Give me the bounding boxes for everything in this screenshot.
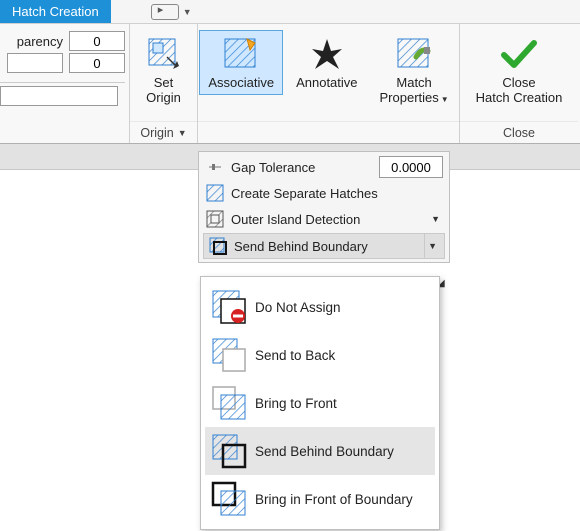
match-properties-icon xyxy=(394,35,434,73)
transparency-input[interactable] xyxy=(69,31,125,51)
island-detection-label: Outer Island Detection xyxy=(231,212,360,227)
island-detection-icon xyxy=(205,209,225,229)
flyout-item-bring-in-front-of-boundary[interactable]: Bring in Front of Boundary xyxy=(205,475,435,523)
flyout-item-label: Bring in Front of Boundary xyxy=(255,492,413,507)
panel-origin: SetOrigin Origin ▼ xyxy=(130,24,198,143)
send-to-back-icon xyxy=(211,337,247,373)
tab-bar: Hatch Creation ▼ xyxy=(0,0,580,24)
create-separate-hatches-label: Create Separate Hatches xyxy=(231,186,378,201)
close-label-2: Hatch Creation xyxy=(476,90,563,105)
ribbon: parency SetOrigin xyxy=(0,24,580,144)
gap-tolerance-row: Gap Tolerance xyxy=(201,154,447,180)
island-detection-button[interactable]: Outer Island Detection ▼ xyxy=(201,206,447,232)
gap-tolerance-label: Gap Tolerance xyxy=(231,160,315,175)
close-label-1: Close xyxy=(502,75,535,90)
draw-order-flyout: Do Not Assign Send to Back Bring to Fron… xyxy=(200,276,440,530)
create-separate-hatches-button[interactable]: Create Separate Hatches xyxy=(201,180,447,206)
associative-icon xyxy=(221,35,261,73)
associative-button[interactable]: Associative xyxy=(199,30,283,95)
flyout-item-send-to-back[interactable]: Send to Back xyxy=(205,331,435,379)
flyout-item-label: Send Behind Boundary xyxy=(255,444,394,459)
tab-hatch-creation[interactable]: Hatch Creation xyxy=(0,0,111,23)
options-expanded-panel: Gap Tolerance Create Separate Hatches Ou… xyxy=(198,151,450,263)
bring-to-front-icon xyxy=(211,385,247,421)
send-behind-boundary-icon xyxy=(211,433,247,469)
match-properties-button[interactable]: MatchProperties▼ xyxy=(371,30,458,112)
panel-title-close: Close xyxy=(460,121,578,143)
match-properties-label-2: Properties xyxy=(380,90,439,105)
chevron-down-icon: ▼ xyxy=(441,95,449,104)
panel-title-origin[interactable]: Origin ▼ xyxy=(130,121,197,143)
chevron-down-icon[interactable]: ▼ xyxy=(428,214,443,224)
send-behind-boundary-icon xyxy=(208,236,228,256)
close-hatch-creation-button[interactable]: CloseHatch Creation xyxy=(467,30,572,110)
do-not-assign-icon xyxy=(211,289,247,325)
gap-tolerance-input[interactable] xyxy=(379,156,443,178)
set-origin-label-2: Origin xyxy=(146,90,181,105)
unknown-readonly-box xyxy=(7,53,63,73)
annotative-button[interactable]: Annotative xyxy=(287,30,366,95)
flyout-item-send-behind-boundary[interactable]: Send Behind Boundary xyxy=(205,427,435,475)
flyout-item-label: Do Not Assign xyxy=(255,300,341,315)
chevron-down-icon: ▼ xyxy=(178,128,187,138)
set-origin-icon xyxy=(144,35,184,73)
annotative-label: Annotative xyxy=(296,75,357,90)
annotative-icon xyxy=(307,35,347,73)
secondary-input[interactable] xyxy=(69,53,125,73)
set-origin-label-1: Set xyxy=(154,75,174,90)
match-properties-label-1: Match xyxy=(396,75,431,90)
chevron-down-icon[interactable]: ▼ xyxy=(424,234,440,258)
flyout-item-label: Send to Back xyxy=(255,348,335,363)
hatch-square-icon xyxy=(205,183,225,203)
transparency-label: parency xyxy=(17,34,63,49)
panel-properties-fragment: parency xyxy=(0,24,130,143)
unknown-dropdown[interactable] xyxy=(0,86,118,106)
panel-options: Associative Annotative M xyxy=(198,24,460,143)
flyout-item-do-not-assign[interactable]: Do Not Assign xyxy=(205,283,435,331)
bring-in-front-of-boundary-icon xyxy=(211,481,247,517)
draw-order-button[interactable]: Send Behind Boundary ▼ xyxy=(203,233,445,259)
associative-label: Associative xyxy=(208,75,274,90)
panel-close: CloseHatch Creation Close xyxy=(460,24,578,143)
panel-title-origin-text: Origin xyxy=(140,126,173,140)
slider-icon xyxy=(205,157,225,177)
draw-order-label: Send Behind Boundary xyxy=(234,239,368,254)
flyout-item-bring-to-front[interactable]: Bring to Front xyxy=(205,379,435,427)
tab-quick-view[interactable]: ▼ xyxy=(151,0,192,23)
checkmark-icon xyxy=(499,35,539,73)
set-origin-button[interactable]: SetOrigin xyxy=(133,30,195,110)
flyout-item-label: Bring to Front xyxy=(255,396,337,411)
panel-options-expand[interactable] xyxy=(198,121,459,143)
